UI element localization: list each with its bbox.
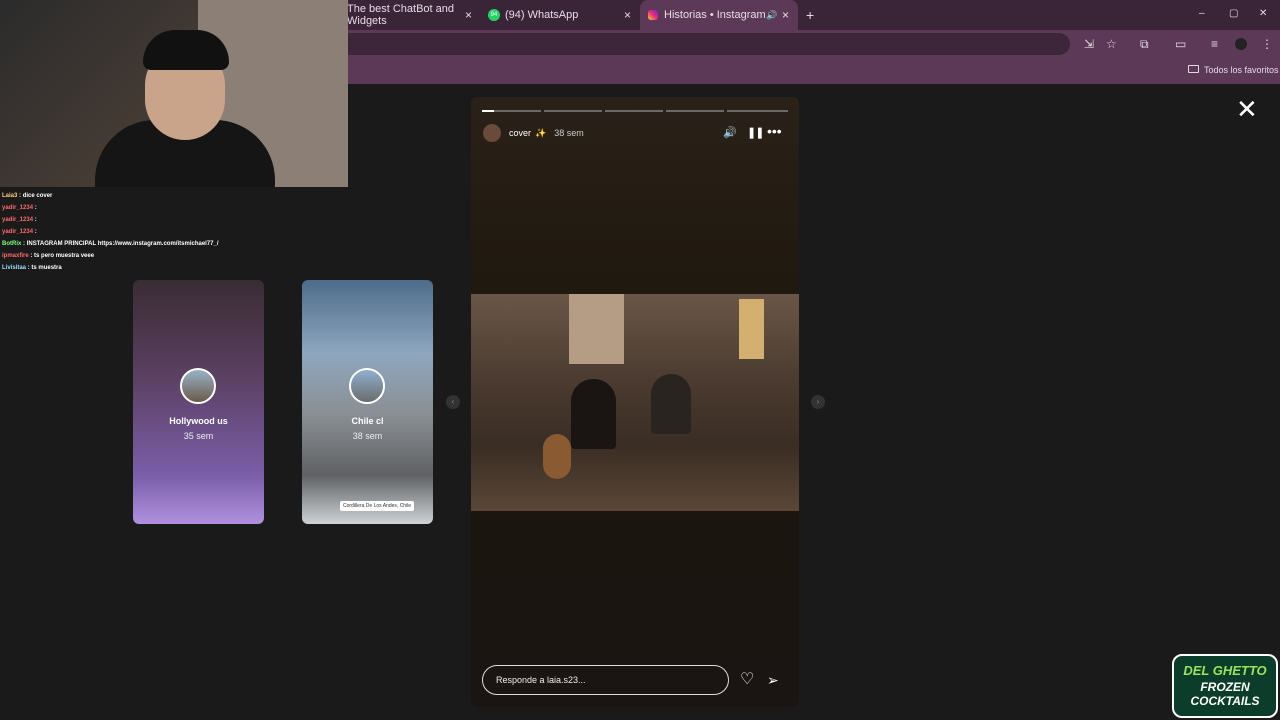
video-performer xyxy=(571,379,616,449)
install-icon[interactable]: ⇲ xyxy=(1084,37,1094,51)
location-sticker: Cordillera De Los Andes, Chile xyxy=(340,501,415,511)
send-icon[interactable]: ➢ xyxy=(767,672,779,688)
tab-close-icon[interactable]: × xyxy=(782,8,789,22)
tab-title: The best ChatBot and Widgets xyxy=(347,3,455,27)
progress-segment xyxy=(494,110,541,112)
chat-line: yadir_1234 : xyxy=(2,217,37,223)
progress-segment xyxy=(727,110,788,112)
progress-segment-active xyxy=(482,110,494,112)
logo-line: FROZEN xyxy=(1200,680,1250,694)
speaker-icon[interactable]: 🔊 xyxy=(766,10,777,21)
screen-icon[interactable]: ▭ xyxy=(1175,37,1186,51)
previous-story-icon[interactable]: ‹ xyxy=(446,395,460,409)
story-time: 38 sem xyxy=(352,431,383,441)
instagram-icon xyxy=(648,10,658,20)
tab-close-icon[interactable]: × xyxy=(465,8,472,22)
story-avatar xyxy=(349,368,385,404)
video-guitar xyxy=(543,434,571,479)
close-icon[interactable]: ✕ xyxy=(1236,96,1258,122)
minimize-icon[interactable]: – xyxy=(1199,7,1205,21)
folder-icon xyxy=(1188,65,1199,73)
story-time: 38 sem xyxy=(554,128,584,138)
star-icon[interactable]: ☆ xyxy=(1106,37,1117,51)
logo-line: COCKTAILS xyxy=(1190,694,1260,708)
tab-whatsapp[interactable]: 94 (94) WhatsApp × xyxy=(488,3,638,27)
side-story-chile[interactable]: Chile cl 38 sem Cordillera De Los Andes,… xyxy=(302,280,433,524)
chat-line: BotRix : INSTAGRAM PRINCIPAL https://www… xyxy=(2,241,219,247)
window-close-icon[interactable]: ✕ xyxy=(1259,7,1267,21)
logo-line: DEL GHETTO xyxy=(1183,663,1267,678)
side-story-hollywood[interactable]: Hollywood us 35 sem xyxy=(133,280,264,524)
story-avatar[interactable] xyxy=(483,124,501,142)
story-video xyxy=(471,294,799,511)
progress-segment xyxy=(666,110,724,112)
tab-title: (94) WhatsApp xyxy=(505,9,579,21)
whatsapp-icon: 94 xyxy=(488,9,500,21)
media-icon[interactable]: ≡ xyxy=(1211,37,1218,51)
chat-line: yadir_1234 : xyxy=(2,229,37,235)
pause-icon[interactable]: ❚❚ xyxy=(747,125,764,141)
story-name: Hollywood us xyxy=(169,416,228,426)
volume-icon[interactable]: 🔊 xyxy=(723,125,737,141)
menu-icon[interactable]: ⋮ xyxy=(1261,37,1273,51)
tab-instagram[interactable]: Historias • Instagram 🔊 × xyxy=(640,0,798,30)
profile-avatar[interactable] xyxy=(1235,38,1247,50)
webcam-feed xyxy=(0,0,348,187)
all-bookmarks-link[interactable]: Todos los favoritos xyxy=(1204,65,1279,75)
new-tab-button[interactable]: + xyxy=(806,3,814,27)
tab-close-icon[interactable]: × xyxy=(624,8,631,22)
chat-line: ipmaxfire : ts pero muestra veee xyxy=(2,253,95,259)
chat-line: yadir_1234 : xyxy=(2,205,37,211)
story-name: Chile cl xyxy=(351,416,384,426)
more-options-icon[interactable]: ••• xyxy=(767,123,782,139)
chat-line: Livisitaa : ts muestra xyxy=(2,265,62,271)
video-performer xyxy=(651,374,691,434)
tab-chatbot[interactable]: The best ChatBot and Widgets × xyxy=(347,3,477,27)
video-window xyxy=(739,299,764,359)
story-time: 35 sem xyxy=(183,431,214,441)
story-avatar xyxy=(180,368,216,404)
heart-icon[interactable]: ♡ xyxy=(740,672,754,688)
extensions-icon[interactable]: ⧉ xyxy=(1140,37,1149,51)
progress-segment xyxy=(544,110,602,112)
tab-title: Historias • Instagram xyxy=(664,9,766,21)
sponsor-logo: DEL GHETTO FROZEN COCKTAILS xyxy=(1172,654,1278,718)
progress-segment xyxy=(605,110,663,112)
next-story-icon[interactable]: › xyxy=(811,395,825,409)
story-viewer: cover ✨ 38 sem 🔊 ❚❚ ••• Responde a laia.… xyxy=(471,97,799,707)
video-window xyxy=(569,294,624,364)
reply-input[interactable]: Responde a laia.s23... xyxy=(482,665,729,695)
sparkle-icon: ✨ xyxy=(535,127,547,138)
maximize-icon[interactable]: ▢ xyxy=(1229,7,1238,21)
story-header: cover ✨ 38 sem xyxy=(483,123,584,143)
story-username[interactable]: cover xyxy=(509,128,531,138)
streamer-cap xyxy=(143,30,229,70)
chat-line: Laia3 : dice cover xyxy=(2,193,53,199)
stream-chat: Laia3 : dice cover yadir_1234 : yadir_12… xyxy=(2,190,302,274)
